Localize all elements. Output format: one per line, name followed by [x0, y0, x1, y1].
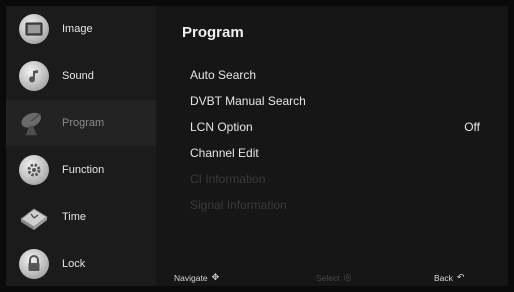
sidebar-item-function[interactable]: Function — [6, 147, 156, 193]
sidebar-item-label: Sound — [62, 70, 94, 82]
menu-item-signal-information: Signal Information — [190, 198, 480, 216]
tv-menu-screen: Image Sound Program Function Time Lock P… — [6, 6, 508, 286]
menu-item-label: LCN Option — [190, 120, 253, 134]
padlock-icon — [18, 248, 50, 280]
footer-hint-back: Back ↶ — [434, 272, 464, 283]
sidebar-item-label: Image — [62, 23, 93, 35]
footer-hint-select: Select ◎ — [316, 272, 351, 283]
menu-item-ci-information: CI Information — [190, 172, 480, 190]
sidebar-item-label: Time — [62, 211, 87, 223]
menu-item-label: DVBT Manual Search — [190, 94, 306, 108]
ok-button-icon: ◎ — [343, 272, 352, 282]
back-arrow-icon: ↶ — [456, 272, 465, 282]
footer-hint-navigate: Navigate ✥ — [174, 272, 219, 283]
menu-item-label: Signal Information — [190, 198, 287, 212]
music-note-icon — [18, 60, 50, 92]
navigate-arrows-icon: ✥ — [211, 272, 220, 282]
select-label: Select — [316, 272, 340, 283]
image-icon — [18, 13, 50, 45]
back-label: Back — [434, 272, 453, 283]
navigate-label: Navigate — [174, 272, 208, 283]
sidebar-item-label: Function — [62, 164, 105, 176]
gear-icon — [18, 154, 50, 186]
page-title: Program — [182, 24, 244, 41]
menu-item-channel-edit[interactable]: Channel Edit — [190, 146, 480, 164]
sidebar-item-sound[interactable]: Sound — [6, 53, 156, 99]
menu-item-lcn-option[interactable]: LCN Option Off — [190, 120, 480, 138]
menu-item-label: Channel Edit — [190, 146, 259, 160]
clock-icon — [18, 201, 50, 233]
sidebar-item-image[interactable]: Image — [6, 6, 156, 52]
menu-item-auto-search[interactable]: Auto Search — [190, 68, 480, 86]
menu-item-label: Auto Search — [190, 68, 257, 82]
lcn-option-value: Off — [464, 120, 480, 134]
menu-item-label: CI Information — [190, 172, 266, 186]
satellite-dish-icon — [18, 107, 50, 139]
program-panel: Program Auto Search DVBT Manual Search L… — [156, 6, 508, 286]
sidebar-item-label: Program — [62, 117, 105, 129]
sidebar-item-program[interactable]: Program — [6, 100, 156, 146]
sidebar-item-time[interactable]: Time — [6, 194, 156, 240]
sidebar-item-lock[interactable]: Lock — [6, 241, 156, 286]
menu-item-dvbt-manual-search[interactable]: DVBT Manual Search — [190, 94, 480, 112]
sidebar-item-label: Lock — [62, 258, 86, 270]
sidebar: Image Sound Program Function Time Lock — [6, 6, 156, 286]
